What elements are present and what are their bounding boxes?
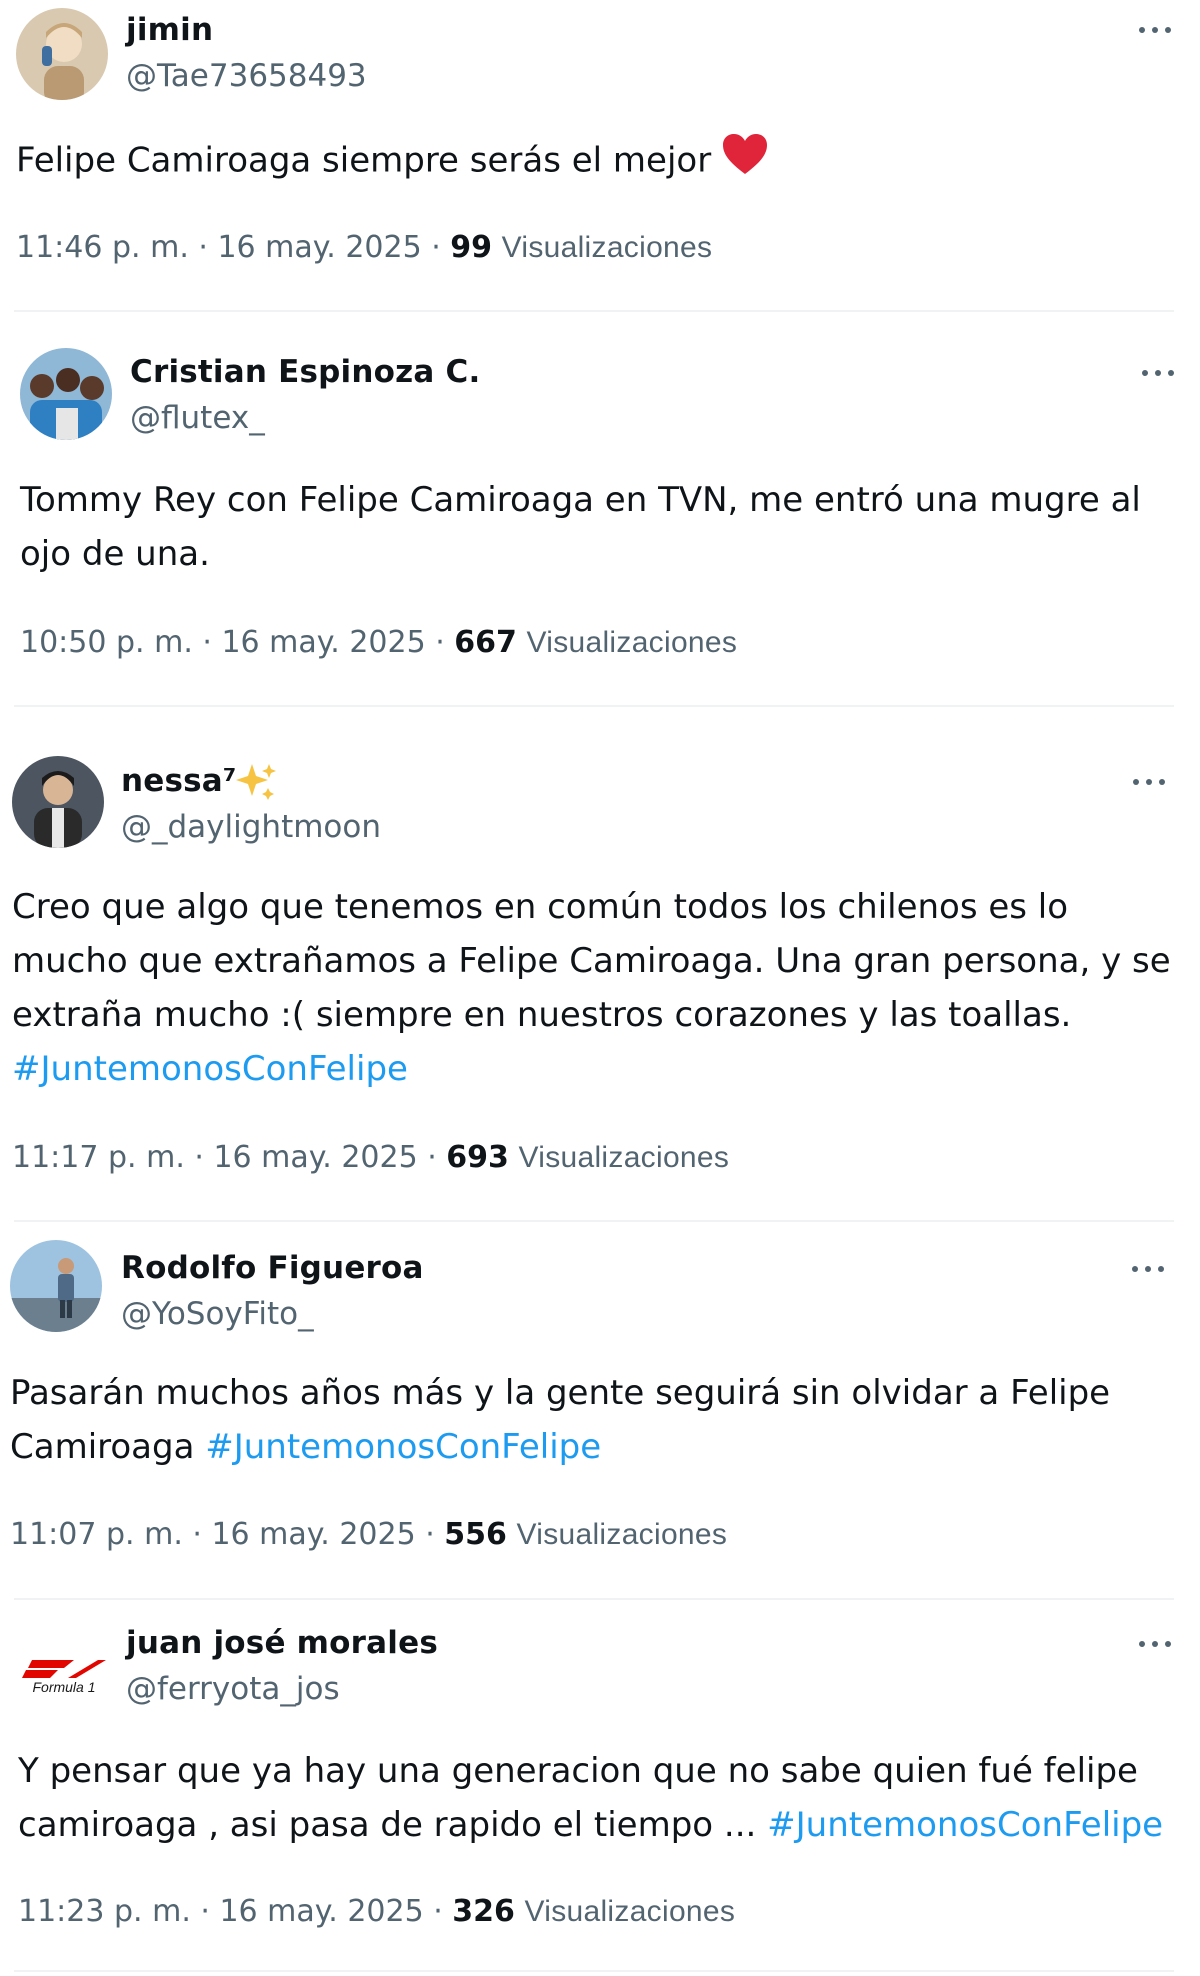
display-name[interactable]: nessa⁷ [121,763,237,799]
divider [14,1970,1174,1972]
tweet-text: Y pensar que ya hay una generacion que n… [18,1744,1163,1852]
tweet-meta: 11:23 p. m. · 16 may. 2025 · 326 Visuali… [18,1894,735,1929]
avatar[interactable]: Formula 1 [18,1628,110,1720]
display-name[interactable]: Cristian Espinoza C. [130,354,480,390]
views-label: Visualizaciones [501,231,713,264]
hashtag-link[interactable]: #JuntemonosConFelipe [205,1427,601,1467]
more-options-icon[interactable] [1133,772,1173,792]
views-label: Visualizaciones [516,1518,728,1551]
timestamp[interactable]: 11:17 p. m. · 16 may. 2025 · [12,1140,446,1175]
sparkles-icon [234,760,278,808]
tweet-text: Tommy Rey con Felipe Camiroaga en TVN, m… [20,473,1141,581]
views-label: Visualizaciones [524,1895,736,1928]
user-handle[interactable]: @Tae73658493 [126,58,367,94]
tweet-meta: 11:46 p. m. · 16 may. 2025 · 99 Visualiz… [16,230,712,265]
tweet-text: Creo que algo que tenemos en común todos… [12,880,1171,1096]
user-handle[interactable]: @_daylightmoon [121,809,381,845]
tweet-line-2: Camiroaga #JuntemonosConFelipe [10,1420,1110,1474]
tweet-text: Felipe Camiroaga siempre serás el mejor [16,132,769,192]
display-name[interactable]: juan josé morales [126,1625,438,1661]
more-options-icon[interactable] [1132,1259,1172,1279]
tweet-text: Pasarán muchos años más y la gente segui… [10,1366,1110,1474]
user-handle[interactable]: @YoSoyFito_ [121,1296,314,1332]
timestamp[interactable]: 11:23 p. m. · 16 may. 2025 · [18,1894,452,1929]
divider [14,310,1174,312]
tweet-line: Camiroaga [10,1427,206,1467]
tweet-line: ojo de una. [20,534,210,574]
view-count: 667 [454,625,517,660]
views-label: Visualizaciones [526,626,738,659]
hashtag-link[interactable]: #JuntemonosConFelipe [12,1042,1171,1096]
tweet-line: Creo que algo que tenemos en común todos… [12,887,1069,927]
tweet-line-2: camiroaga , asi pasa de rapido el tiempo… [18,1798,1163,1852]
tweet-line: Y pensar que ya hay una generacion que n… [18,1751,1138,1791]
view-count: 556 [444,1517,507,1552]
view-count: 99 [450,230,493,265]
display-name-text[interactable]: nessa⁷ [121,763,237,799]
tweet-meta: 11:07 p. m. · 16 may. 2025 · 556 Visuali… [10,1517,727,1552]
display-name[interactable]: jimin [126,12,213,48]
views-label: Visualizaciones [518,1141,730,1174]
more-options-icon[interactable] [1139,20,1179,40]
avatar[interactable] [10,1240,102,1332]
tweet-line: camiroaga , asi pasa de rapido el tiempo… [18,1805,768,1845]
more-options-icon[interactable] [1139,1634,1179,1654]
user-handle[interactable]: @ferryota_jos [126,1671,340,1707]
avatar[interactable] [12,756,104,848]
timestamp[interactable]: 11:46 p. m. · 16 may. 2025 · [16,230,450,265]
avatar-logo-text: Formula 1 [32,1679,95,1695]
avatar[interactable] [20,348,112,440]
divider [14,1220,1174,1222]
view-count: 326 [452,1894,515,1929]
view-count: 693 [446,1140,509,1175]
user-handle[interactable]: @flutex_ [130,400,265,436]
tweet-line: Pasarán muchos años más y la gente segui… [10,1373,1111,1413]
divider [14,1598,1174,1600]
avatar[interactable] [16,8,108,100]
hashtag-link[interactable]: #JuntemonosConFelipe [767,1805,1163,1845]
tweet-line: mucho que extrañamos a Felipe Camiroaga.… [12,941,1171,981]
tweet-meta: 11:17 p. m. · 16 may. 2025 · 693 Visuali… [12,1140,729,1175]
red-heart-icon [721,132,769,192]
tweet-line: Felipe Camiroaga siempre serás el mejor [16,140,712,181]
timestamp[interactable]: 11:07 p. m. · 16 may. 2025 · [10,1517,444,1552]
display-name[interactable]: Rodolfo Figueroa [121,1250,424,1286]
more-options-icon[interactable] [1142,363,1182,383]
divider [14,705,1174,707]
tweet-line: Tommy Rey con Felipe Camiroaga en TVN, m… [20,480,1141,520]
tweet-meta: 10:50 p. m. · 16 may. 2025 · 667 Visuali… [20,625,737,660]
tweet-line: extraña mucho :( siempre en nuestros cor… [12,995,1072,1035]
timestamp[interactable]: 10:50 p. m. · 16 may. 2025 · [20,625,454,660]
